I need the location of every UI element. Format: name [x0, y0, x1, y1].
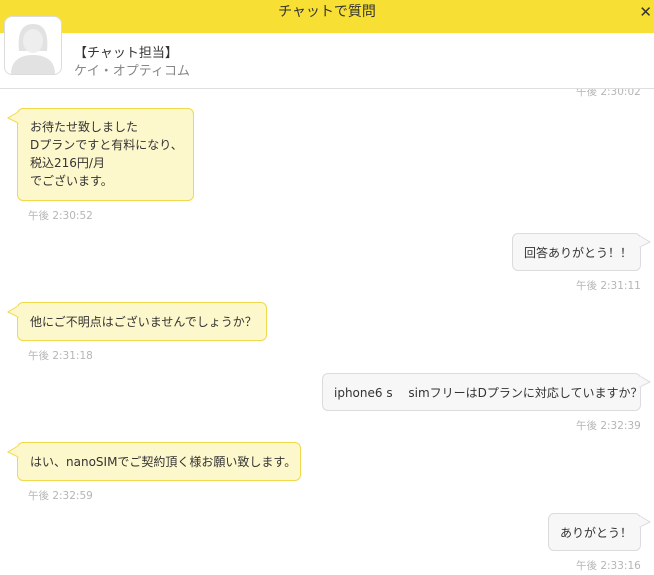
bubble-tail — [6, 305, 19, 318]
avatar-icon — [4, 16, 62, 75]
agent-role: 【チャット担当】 — [74, 46, 178, 61]
bubble-tail — [6, 445, 19, 458]
agent-message: お待たせ致しました Dプランですと有料になり、 税込216円/月 でございます。 — [17, 108, 194, 201]
bubble-tail — [639, 515, 652, 528]
chat-title: チャットで質問 — [278, 4, 376, 20]
timestamp: 午後 2:31:18 — [28, 350, 93, 362]
bubble-tail — [639, 235, 652, 248]
bubble-tail — [639, 375, 652, 388]
user-message: 回答ありがとう！！ — [512, 233, 641, 271]
timestamp: 午後 2:31:11 — [576, 280, 641, 292]
agent-company: ケイ・オプティコム — [74, 64, 190, 79]
bubble-tail — [6, 111, 19, 124]
timestamp: 午後 2:33:16 — [576, 560, 641, 572]
timestamp: 午後 2:30:52 — [28, 210, 93, 222]
user-message: ありがとう！ — [548, 513, 641, 551]
timestamp: 午後 2:32:59 — [28, 490, 93, 502]
agent-header: 【チャット担当】 ケイ・オプティコム — [0, 16, 654, 89]
chat-title-bar: チャットで質問 ✕ — [0, 0, 654, 33]
timestamp: 午後 2:32:39 — [576, 420, 641, 432]
agent-message: 他にご不明点はございませんでしょうか？ — [17, 302, 267, 341]
agent-message: はい、nanoSIMでご契約頂く様お願い致します。 — [17, 442, 301, 481]
user-message: iphone6 s simフリーはDプランに対応していますか？ — [322, 373, 643, 411]
close-icon[interactable]: ✕ — [639, 0, 652, 25]
